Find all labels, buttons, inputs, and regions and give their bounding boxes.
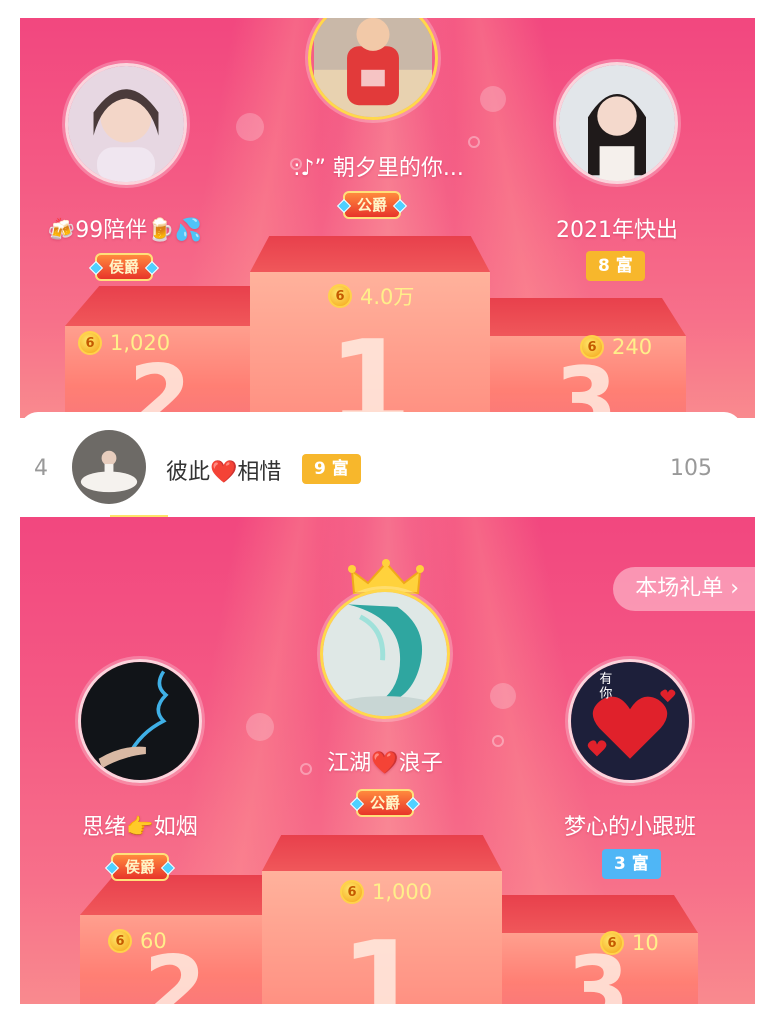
podium-first: 1: [262, 835, 502, 1004]
second-coin-value: 60: [140, 929, 167, 953]
first-coin-value: 4.0万: [360, 285, 415, 309]
second-coin-value: 1,020: [110, 331, 171, 355]
first-name: 江湖❤️浪子: [327, 751, 443, 776]
avatar-second[interactable]: [78, 659, 202, 783]
rank-number: 4: [34, 456, 48, 481]
podium-first-numeral: 1: [328, 316, 412, 418]
coin-icon: 6: [340, 880, 364, 904]
avatar-ballerina-image: [72, 430, 146, 504]
gift-list-label: 本场礼单 ›: [635, 576, 739, 601]
second-name: 🍻99陪伴🍺💦: [47, 218, 203, 243]
rank-row-name: 彼此❤️相惜: [166, 460, 282, 485]
podium-third: 3: [498, 895, 698, 1004]
first-coins: 6 4.0万: [328, 281, 414, 311]
second-name: 思绪👉如烟: [82, 815, 198, 840]
avatar-first[interactable]: [320, 589, 450, 719]
avatar-dragon-image: [323, 592, 447, 716]
third-name: 梦心的小跟班: [563, 815, 696, 840]
decor-bubble: [236, 113, 264, 141]
decor-bubble: [480, 86, 506, 112]
avatar-smoke-hand-image: [81, 662, 199, 780]
third-coins: 6 10: [600, 931, 659, 955]
coin-icon: 6: [108, 929, 132, 953]
second-coins: 6 1,020: [78, 331, 170, 355]
coin-icon: 6: [328, 284, 352, 308]
avatar-child-image: [314, 18, 432, 117]
third-rich-badge: 8 富: [586, 251, 645, 281]
first-name: :♪” 朝夕里的你...: [286, 156, 464, 181]
avatar-third[interactable]: [556, 62, 678, 184]
decor-bubble: [492, 735, 504, 747]
rank-row-avatar[interactable]: [72, 430, 146, 504]
first-coins: 6 1,000: [340, 880, 432, 904]
rank-row-rich-badge: 9 富: [302, 454, 361, 484]
decor-bubble: [490, 683, 516, 709]
second-title-badge: 侯爵: [95, 253, 154, 281]
avatar-second[interactable]: [65, 63, 187, 185]
podium-first-numeral: 1: [340, 917, 424, 1004]
third-rich-badge: 3 富: [602, 849, 661, 879]
second-title-badge: 侯爵: [111, 853, 170, 881]
top-ranking-panel: 2 3 1 :♪” 朝夕里的你... 公爵 6 4.0万 🍻99陪伴🍺💦 侯爵 …: [20, 18, 755, 418]
first-coin-value: 1,000: [372, 880, 433, 904]
rank-row-4[interactable]: 4 彼此❤️相惜 9 富 105: [20, 412, 742, 517]
avatar-hearts-image: 有 你: [571, 662, 689, 780]
first-title-badge: 公爵: [356, 789, 415, 817]
coin-icon: 6: [78, 331, 102, 355]
rank-row-score: 105: [670, 456, 712, 481]
podium-first: 1: [250, 236, 490, 418]
avatar-woman-image: [68, 66, 184, 182]
third-coin-value: 240: [612, 335, 653, 359]
podium-second-numeral: 2: [128, 346, 192, 418]
gift-list-button[interactable]: 本场礼单 ›: [613, 567, 755, 611]
first-title-badge: 公爵: [343, 191, 402, 219]
decor-bubble: [246, 713, 274, 741]
avatar-text-you2: 你: [599, 686, 612, 701]
podium-third-numeral: 3: [566, 937, 630, 1004]
avatar-third[interactable]: 有 你: [568, 659, 692, 783]
coin-icon: 6: [580, 335, 604, 359]
decor-bubble: [468, 136, 480, 148]
third-coin-value: 10: [632, 931, 659, 955]
coin-icon: 6: [600, 931, 624, 955]
avatar-text-you: 有: [599, 672, 612, 687]
bottom-ranking-panel: 本场礼单 › 2 3 1 江湖❤️浪子 公爵 6 1,000 思绪👉如烟 侯爵 …: [20, 517, 755, 1004]
second-coins: 6 60: [108, 929, 167, 953]
third-coins: 6 240: [580, 335, 652, 359]
avatar-woman-dark-hair-image: [559, 65, 675, 181]
third-name: 2021年快出: [556, 218, 678, 243]
